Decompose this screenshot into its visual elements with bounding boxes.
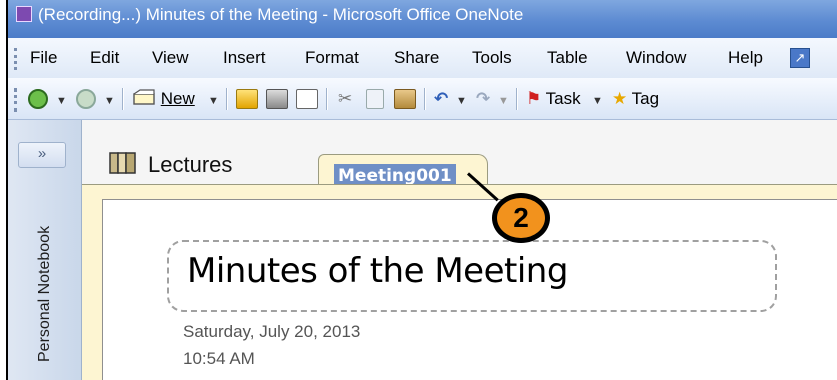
menu-share[interactable]: Share — [394, 48, 439, 68]
back-dropdown-icon[interactable]: ▼ — [56, 89, 67, 113]
back-icon[interactable] — [28, 89, 48, 109]
onenote-app-icon — [16, 6, 32, 22]
menu-tools[interactable]: Tools — [472, 48, 512, 68]
notebook-name[interactable]: Personal Notebook — [36, 226, 54, 362]
print-icon[interactable] — [266, 89, 288, 109]
menu-grip[interactable] — [14, 48, 17, 70]
star-icon: ★ — [612, 89, 628, 108]
forward-icon[interactable] — [76, 89, 96, 109]
copy-icon[interactable] — [366, 89, 384, 109]
page-canvas: Minutes of the Meeting Saturday, July 20… — [82, 184, 837, 380]
task-button[interactable]: ⚑ Task — [526, 87, 581, 111]
toolbar-separator — [516, 88, 517, 110]
section-tab-bar: Lectures Meeting001 — [82, 120, 837, 188]
menu-window[interactable]: Window — [626, 48, 686, 68]
new-page-icon — [133, 89, 155, 105]
menu-insert[interactable]: Insert — [223, 48, 266, 68]
tag-button-label: Tag — [631, 89, 660, 108]
section-tab-lectures[interactable]: Lectures — [108, 150, 232, 178]
paste-icon[interactable] — [394, 89, 416, 109]
redo-icon[interactable]: ↷ — [476, 87, 490, 111]
new-dropdown-icon[interactable]: ▼ — [208, 89, 219, 113]
redo-dropdown-icon[interactable]: ▼ — [498, 89, 509, 113]
note-page[interactable]: Minutes of the Meeting Saturday, July 20… — [102, 199, 837, 380]
tag-button[interactable]: ★ Tag — [612, 87, 659, 111]
title-bar: (Recording...) Minutes of the Meeting - … — [8, 0, 837, 38]
section-tab-lectures-label: Lectures — [148, 152, 233, 177]
forward-dropdown-icon[interactable]: ▼ — [104, 89, 115, 113]
toolbar-separator — [226, 88, 227, 110]
menu-help[interactable]: Help — [728, 48, 763, 68]
email-page-icon[interactable] — [236, 89, 258, 109]
menu-file[interactable]: File — [30, 48, 57, 68]
menu-bar: File Edit View Insert Format Share Tools… — [8, 38, 837, 78]
new-button-label: New — [160, 89, 195, 108]
step-callout-badge: 2 — [492, 193, 550, 243]
cut-icon[interactable]: ✂ — [338, 87, 352, 111]
notebook-icon — [109, 152, 136, 174]
standard-toolbar: ▼ ▼ New ▼ ✂ ↶ ▼ ↷ ▼ ⚑ Task ▼ ★ Tag — [8, 78, 837, 120]
menu-edit[interactable]: Edit — [90, 48, 119, 68]
page-date: Saturday, July 20, 2013 — [183, 322, 361, 341]
toolbar-grip[interactable] — [14, 88, 17, 112]
onenote-window: (Recording...) Minutes of the Meeting - … — [6, 0, 837, 380]
menu-format[interactable]: Format — [305, 48, 359, 68]
page-title[interactable]: Minutes of the Meeting — [187, 251, 568, 291]
window-title: (Recording...) Minutes of the Meeting - … — [38, 5, 524, 24]
undo-icon[interactable]: ↶ — [434, 87, 448, 111]
page-time: 10:54 AM — [183, 349, 255, 368]
toolbar-separator — [424, 88, 425, 110]
menu-table[interactable]: Table — [547, 48, 588, 68]
flag-icon: ⚑ — [526, 89, 542, 108]
restore-icon[interactable]: ↗ — [790, 48, 810, 68]
toolbar-separator — [326, 88, 327, 110]
task-button-label: Task — [545, 89, 581, 108]
toolbar-separator — [122, 88, 123, 110]
expand-navigation-button[interactable]: » — [18, 142, 66, 168]
menu-view[interactable]: View — [152, 48, 189, 68]
notebook-pane: » Personal Notebook — [8, 120, 82, 380]
undo-dropdown-icon[interactable]: ▼ — [456, 89, 467, 113]
print-preview-icon[interactable] — [296, 89, 318, 109]
task-dropdown-icon[interactable]: ▼ — [592, 89, 603, 113]
new-button[interactable]: New — [132, 87, 195, 111]
